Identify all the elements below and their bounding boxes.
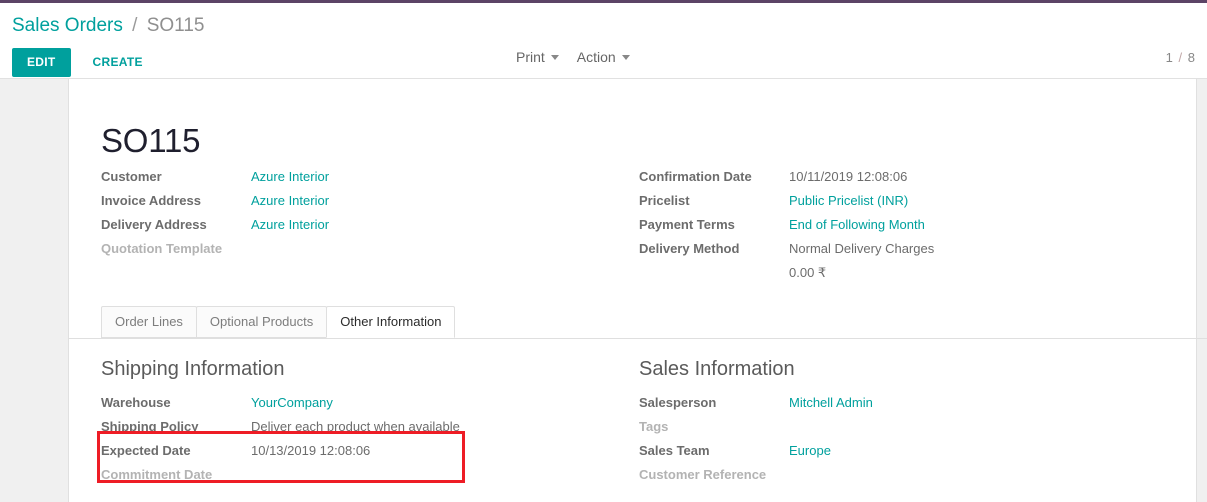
field-row-quotation-template: Quotation Template bbox=[101, 237, 571, 261]
field-link-delivery-address[interactable]: Azure Interior bbox=[251, 217, 329, 232]
field-group-right: Confirmation Date 10/11/2019 12:08:06 Pric… bbox=[639, 165, 1119, 285]
field-label-customer: Customer bbox=[101, 169, 162, 184]
field-label-delivery-address: Delivery Address bbox=[101, 217, 207, 232]
field-value-delivery-method: Normal Delivery Charges 0.00 ₹ bbox=[789, 237, 934, 285]
field-label-quotation-template: Quotation Template bbox=[101, 241, 223, 256]
form-sheet: SO115 Customer Azure Interior Invoice Addr… bbox=[68, 79, 1207, 502]
field-label-shipping-policy: Shipping Policy bbox=[101, 419, 199, 434]
field-row-pricelist: Pricelist Public Pricelist (INR) bbox=[639, 189, 1119, 213]
field-text-confirmation-date: 10/11/2019 12:08:06 bbox=[789, 169, 908, 184]
field-value-invoice-address[interactable]: Azure Interior bbox=[251, 189, 329, 213]
pager-total: 8 bbox=[1187, 50, 1195, 65]
page-title: SO115 bbox=[101, 122, 201, 160]
field-value-customer[interactable]: Azure Interior bbox=[251, 165, 329, 189]
field-label-sales-team: Sales Team bbox=[639, 443, 710, 458]
sales-information-fields: Salesperson Mitchell Admin Tags Sales Team E… bbox=[639, 391, 1139, 487]
breadcrumb-separator: / bbox=[132, 15, 138, 36]
field-label-customer-reference: Customer Reference bbox=[639, 467, 767, 482]
field-row-warehouse: Warehouse YourCompany bbox=[101, 391, 601, 415]
field-label-payment-terms: Payment Terms bbox=[639, 217, 735, 232]
field-row-expected-date: Expected Date 10/13/2019 12:08:06 bbox=[101, 439, 601, 463]
field-label-invoice-address: Invoice Address bbox=[101, 193, 201, 208]
field-link-salesperson[interactable]: Mitchell Admin bbox=[789, 395, 873, 410]
notebook-tab-strip: Order Lines Optional Products Other Inform… bbox=[68, 306, 1207, 339]
pager[interactable]: 1 / 8 bbox=[1166, 49, 1195, 66]
control-panel: Sales Orders / SO115 EDIT CREATE Print A… bbox=[0, 3, 1207, 79]
field-row-customer-reference: Customer Reference bbox=[639, 463, 1139, 487]
field-link-payment-terms[interactable]: End of Following Month bbox=[789, 217, 925, 232]
field-row-shipping-policy: Shipping Policy Deliver each product when… bbox=[101, 415, 601, 439]
create-button[interactable]: CREATE bbox=[82, 48, 154, 77]
field-label-expected-date: Expected Date bbox=[101, 443, 191, 458]
field-value-confirmation-date: 10/11/2019 12:08:06 bbox=[789, 165, 907, 189]
breadcrumb-parent-link[interactable]: Sales Orders bbox=[12, 15, 123, 36]
field-row-confirmation-date: Confirmation Date 10/11/2019 12:08:06 bbox=[639, 165, 1119, 189]
field-link-pricelist[interactable]: Public Pricelist (INR) bbox=[789, 193, 908, 208]
chevron-down-icon bbox=[550, 54, 559, 60]
shipping-information-section: Shipping Information Warehouse YourCompan… bbox=[101, 356, 601, 487]
field-row-customer: Customer Azure Interior bbox=[101, 165, 571, 189]
field-label-warehouse: Warehouse bbox=[101, 395, 171, 410]
field-value-warehouse[interactable]: YourCompany bbox=[251, 391, 333, 415]
sales-information-title: Sales Information bbox=[639, 358, 795, 380]
shipping-information-title: Shipping Information bbox=[101, 358, 285, 380]
tab-optional-products[interactable]: Optional Products bbox=[195, 306, 328, 338]
action-dropdown[interactable]: Action bbox=[577, 48, 630, 66]
tab-other-information[interactable]: Other Information bbox=[326, 306, 456, 338]
field-row-invoice-address: Invoice Address Azure Interior bbox=[101, 189, 571, 213]
field-link-customer[interactable]: Azure Interior bbox=[251, 169, 329, 184]
action-dropdown-label: Action bbox=[576, 49, 616, 65]
field-text-delivery-method: Normal Delivery Charges bbox=[789, 241, 935, 256]
field-row-payment-terms: Payment Terms End of Following Month bbox=[639, 213, 1119, 237]
print-dropdown[interactable]: Print bbox=[516, 48, 559, 66]
field-label-tags: Tags bbox=[639, 419, 669, 434]
shipping-information-fields: Warehouse YourCompany Shipping Policy Deliv… bbox=[101, 391, 601, 487]
field-row-delivery-address: Delivery Address Azure Interior bbox=[101, 213, 571, 237]
field-value-sales-team[interactable]: Europe bbox=[789, 439, 831, 463]
breadcrumb: Sales Orders / SO115 bbox=[12, 14, 204, 38]
print-dropdown-label: Print bbox=[516, 49, 545, 65]
field-link-invoice-address[interactable]: Azure Interior bbox=[251, 193, 329, 208]
field-label-salesperson: Salesperson bbox=[639, 395, 717, 410]
tab-order-lines[interactable]: Order Lines bbox=[101, 306, 197, 338]
field-row-delivery-method: Delivery Method Normal Delivery Charges 0.… bbox=[639, 237, 1119, 285]
field-value-salesperson[interactable]: Mitchell Admin bbox=[789, 391, 873, 415]
field-row-salesperson: Salesperson Mitchell Admin bbox=[639, 391, 1139, 415]
notebook: Order Lines Optional Products Other Inform… bbox=[68, 306, 1207, 339]
record-action-buttons: EDIT CREATE bbox=[12, 48, 154, 77]
field-label-commitment-date: Commitment Date bbox=[101, 467, 213, 482]
field-text-shipping-policy: Deliver each product when available bbox=[251, 419, 460, 434]
field-label-confirmation-date: Confirmation Date bbox=[639, 169, 752, 184]
field-label-delivery-method: Delivery Method bbox=[639, 241, 740, 256]
field-row-sales-team: Sales Team Europe bbox=[639, 439, 1139, 463]
chevron-down-icon bbox=[621, 54, 630, 60]
sales-information-section: Sales Information Salesperson Mitchell Ad… bbox=[639, 356, 1139, 487]
field-row-tags: Tags bbox=[639, 415, 1139, 439]
edit-button[interactable]: EDIT bbox=[12, 48, 71, 77]
field-text-delivery-method-amount: 0.00 ₹ bbox=[789, 265, 827, 280]
breadcrumb-current: SO115 bbox=[146, 15, 205, 36]
field-label-pricelist: Pricelist bbox=[639, 193, 690, 208]
field-link-sales-team[interactable]: Europe bbox=[789, 443, 831, 458]
control-panel-dropdowns: Print Action bbox=[516, 48, 630, 66]
field-value-payment-terms[interactable]: End of Following Month bbox=[789, 213, 925, 237]
field-value-pricelist[interactable]: Public Pricelist (INR) bbox=[789, 189, 908, 213]
field-value-expected-date: 10/13/2019 12:08:06 bbox=[251, 439, 370, 463]
field-group-left: Customer Azure Interior Invoice Address Azu… bbox=[101, 165, 571, 261]
field-value-delivery-address[interactable]: Azure Interior bbox=[251, 213, 329, 237]
field-value-shipping-policy: Deliver each product when available bbox=[251, 415, 460, 439]
pager-current: 1 bbox=[1165, 50, 1173, 65]
pager-separator: / bbox=[1178, 50, 1183, 65]
field-row-commitment-date: Commitment Date bbox=[101, 463, 601, 487]
field-link-warehouse[interactable]: YourCompany bbox=[251, 395, 333, 410]
field-text-expected-date: 10/13/2019 12:08:06 bbox=[251, 443, 371, 458]
